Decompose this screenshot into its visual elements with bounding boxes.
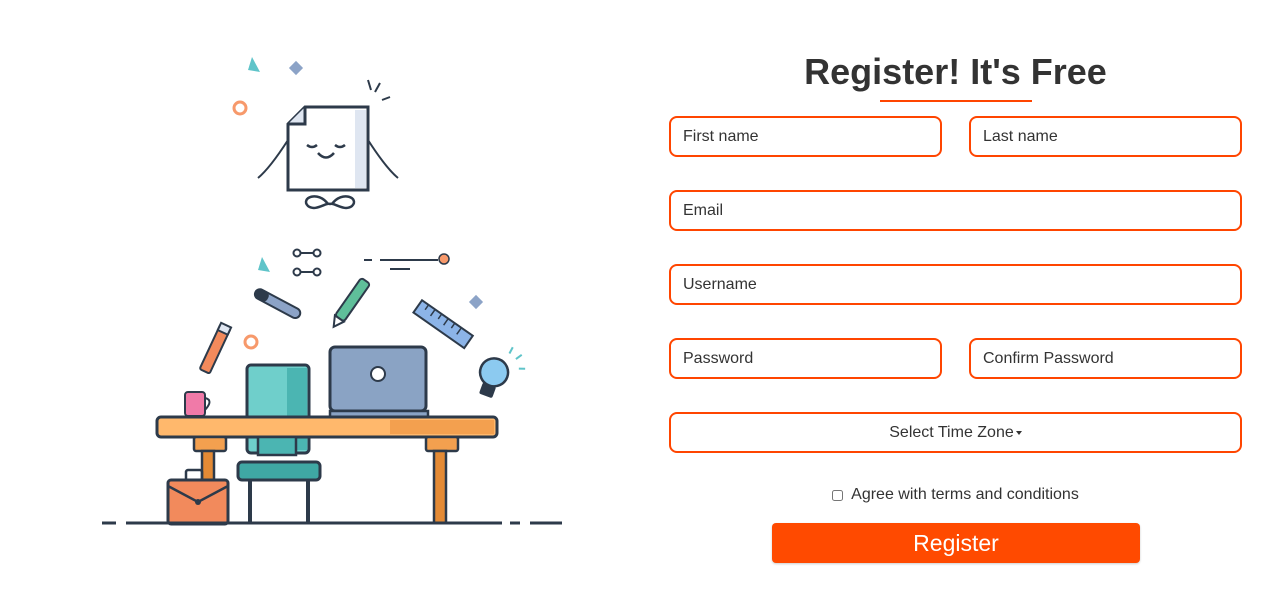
first-name-input[interactable] (669, 116, 942, 157)
form-fields (669, 116, 1242, 536)
timezone-dropdown[interactable]: Select Time Zone (669, 412, 1242, 453)
last-name-input[interactable] (969, 116, 1242, 157)
mug-icon (184, 391, 211, 417)
registration-form: Register! It's Free Select Time Zone Agr… (669, 50, 1242, 563)
lightbulb-icon (478, 346, 526, 398)
email-input[interactable] (669, 190, 1242, 231)
spark-line-icon (367, 79, 372, 91)
workspace-illustration-svg (102, 57, 562, 526)
pen-icon (332, 277, 371, 329)
confetti-ring-icon (243, 334, 259, 350)
username-input[interactable] (669, 264, 1242, 305)
terms-row[interactable]: Agree with terms and conditions (669, 486, 1242, 504)
workspace-illustration (90, 40, 580, 540)
confetti-triangle-icon (248, 57, 260, 72)
caret-down-icon (1015, 430, 1022, 435)
ruler-icon (412, 298, 475, 350)
register-button[interactable]: Register (772, 523, 1140, 563)
briefcase-icon (166, 468, 230, 526)
terms-label: Agree with terms and conditions (851, 486, 1079, 503)
brush-icon (253, 288, 302, 320)
timezone-label: Select Time Zone (889, 423, 1014, 441)
title-underline (879, 100, 1032, 102)
password-input[interactable] (669, 338, 942, 379)
node-grid-icon (292, 248, 322, 277)
confetti-triangle-icon (258, 257, 270, 272)
terms-checkbox[interactable] (832, 489, 844, 501)
confetti-ring-icon (232, 100, 248, 116)
speed-lines-icon (364, 253, 450, 270)
confetti-diamond-icon (288, 60, 304, 76)
laptop-icon (328, 345, 430, 419)
pencil-icon (199, 321, 233, 375)
spark-line-icon (374, 82, 381, 93)
happy-document-icon (257, 105, 399, 210)
confirm-password-input[interactable] (969, 338, 1242, 379)
form-title: Register! It's Free (804, 51, 1107, 92)
spark-line-icon (381, 96, 391, 101)
confetti-diamond-icon (468, 294, 484, 310)
